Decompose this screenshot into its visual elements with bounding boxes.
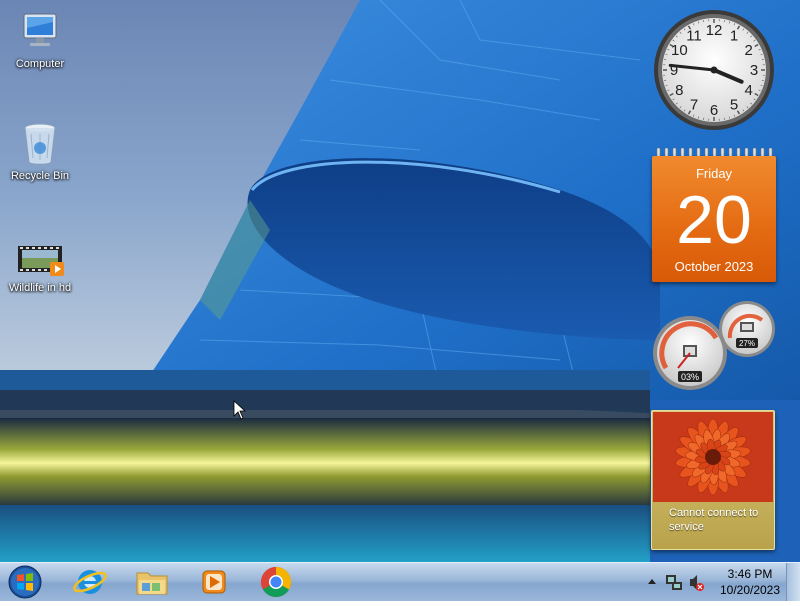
video-file-icon <box>16 232 64 280</box>
calendar-month-year: October 2023 <box>652 259 776 274</box>
clock-numeral: 6 <box>710 102 718 119</box>
desktop-icon-label: Computer <box>0 58 80 70</box>
desktop-icon-recycle-bin[interactable]: Recycle Bin <box>0 120 80 182</box>
clock-numeral: 5 <box>730 97 738 114</box>
clock-numeral: 11 <box>686 27 702 44</box>
calendar-date-number: 20 <box>652 184 776 256</box>
recycle-bin-icon <box>16 120 64 168</box>
slideshow-error-message: Cannot connect to service <box>669 506 769 534</box>
show-desktop-button[interactable] <box>786 563 800 601</box>
taskbar-clock[interactable]: 3:46 PM 10/20/2023 <box>712 563 788 601</box>
desktop-icon-label: Recycle Bin <box>0 170 80 182</box>
clock-numeral: 12 <box>706 22 723 39</box>
taskbar-internet-explorer[interactable] <box>62 563 118 601</box>
clock-gadget[interactable]: 121234567891011 <box>652 8 776 132</box>
windows-start-icon <box>4 563 46 601</box>
chrome-icon <box>248 563 304 601</box>
clock-numeral: 3 <box>750 62 758 79</box>
desktop-icon-computer[interactable]: Computer <box>0 8 80 70</box>
clock-numeral: 2 <box>744 42 752 59</box>
taskbar-chrome[interactable] <box>248 563 304 601</box>
computer-icon <box>16 8 64 56</box>
calendar-gadget[interactable]: Friday 20 October 2023 <box>652 148 776 282</box>
system-tray <box>642 563 712 601</box>
taskbar-windows-explorer[interactable] <box>124 563 180 601</box>
taskbar-media-player[interactable] <box>186 563 242 601</box>
folder-icon <box>124 563 180 601</box>
clock-numeral: 4 <box>744 82 752 99</box>
show-hidden-icons-chevron-icon <box>648 579 656 584</box>
taskbar: 3:46 PM 10/20/2023 <box>0 562 800 601</box>
desktop-icon-wildlife-video[interactable]: Wildlife in hd <box>0 232 80 294</box>
desktop[interactable]: Computer Recycle Bin Wildlife i <box>0 0 800 562</box>
slideshow-gadget[interactable]: Cannot connect to service <box>651 410 775 550</box>
clock-numeral: 8 <box>675 82 683 99</box>
internet-explorer-icon <box>62 563 118 601</box>
calendar-page: Friday 20 October 2023 <box>652 156 776 282</box>
network-icon <box>666 575 682 590</box>
memory-percent: 27% <box>739 339 755 348</box>
clock-numeral: 7 <box>690 97 698 114</box>
clock-numeral: 1 <box>730 27 738 44</box>
flower-photo <box>653 412 773 502</box>
taskbar-time: 3:46 PM <box>712 567 788 581</box>
cpu-meter-gadget[interactable]: 27% 03% <box>650 298 776 390</box>
start-button[interactable] <box>4 563 46 601</box>
calendar-day-name: Friday <box>652 166 776 181</box>
clock-numeral: 10 <box>671 42 688 59</box>
desktop-icon-label: Wildlife in hd <box>0 282 80 294</box>
media-player-icon <box>186 563 242 601</box>
speaker-muted-icon <box>690 575 704 591</box>
cpu-percent: 03% <box>681 372 699 382</box>
taskbar-date: 10/20/2023 <box>712 583 788 597</box>
